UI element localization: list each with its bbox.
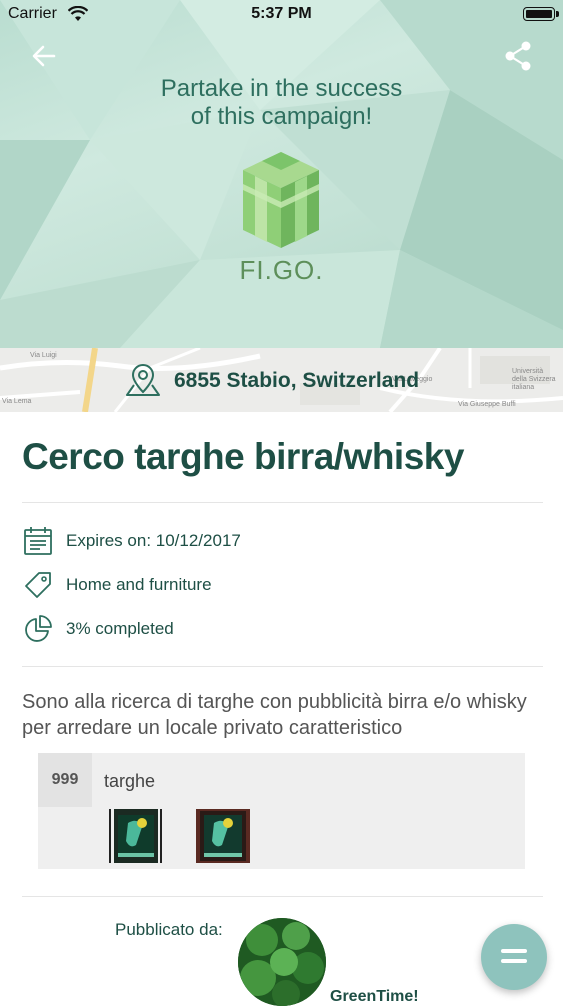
map-street-label: Via Luigi xyxy=(30,352,57,359)
category-label: Home and furniture xyxy=(66,575,212,594)
campaign-description: Sono alla ricerca di targhe con pubblici… xyxy=(22,691,527,739)
calendar-icon xyxy=(24,527,52,555)
item-quantity: 999 xyxy=(38,753,92,807)
location-map[interactable]: Via Luigi Via Laveggio Via Giuseppe Buff… xyxy=(0,348,563,412)
divider xyxy=(22,502,543,503)
expiry-row: Expires on: 10/12/2017 xyxy=(22,526,241,556)
clock: 5:37 PM xyxy=(251,5,312,22)
menu-icon xyxy=(501,949,527,953)
item-name: targhe xyxy=(104,771,156,791)
publisher-name[interactable]: GreenTime! xyxy=(330,988,419,1006)
avatar[interactable] xyxy=(238,918,326,1006)
progress-label: 3% completed xyxy=(66,619,174,638)
requested-item[interactable]: 999 targhe xyxy=(38,753,525,869)
published-by-label: Pubblicato da: xyxy=(115,920,223,939)
menu-fab-button[interactable] xyxy=(481,924,547,990)
brand-name: FI.GO. xyxy=(239,255,324,285)
divider xyxy=(22,666,543,667)
hero-title-line2: of this campaign! xyxy=(190,103,373,130)
status-bar: Carrier 5:37 PM xyxy=(0,0,563,30)
pie-chart-icon xyxy=(25,615,52,642)
map-poi-label: Università della Svizzera italiana xyxy=(512,368,556,391)
battery-icon xyxy=(523,7,559,21)
item-photo-thumbnail[interactable] xyxy=(196,809,250,863)
tag-icon xyxy=(25,572,51,598)
divider xyxy=(22,896,543,897)
progress-row: 3% completed xyxy=(22,614,174,644)
expiry-date: Expires on: 10/12/2017 xyxy=(66,531,241,550)
share-icon[interactable] xyxy=(503,40,533,72)
campaign-title: Cerco targhe birra/whisky xyxy=(22,436,464,477)
map-street-label: Via Lema xyxy=(2,398,32,405)
gift-box-logo xyxy=(243,152,319,248)
location-display: 6855 Stabio, Switzerland xyxy=(124,364,420,397)
hero-title: Partake in the success of this campaign! xyxy=(0,75,563,131)
category-row: Home and furniture xyxy=(22,570,212,600)
map-pin-icon xyxy=(126,364,160,396)
map-street-label: Via Giuseppe Buffi xyxy=(458,401,516,408)
hero-title-line1: Partake in the success xyxy=(160,75,403,102)
item-photo-thumbnail[interactable] xyxy=(108,809,162,863)
arrow-left-icon[interactable] xyxy=(28,40,60,72)
hero-banner: Carrier 5:37 PM Partake in the success o… xyxy=(0,0,563,348)
location-text: 6855 Stabio, Switzerland xyxy=(174,369,420,392)
menu-icon xyxy=(501,959,527,963)
